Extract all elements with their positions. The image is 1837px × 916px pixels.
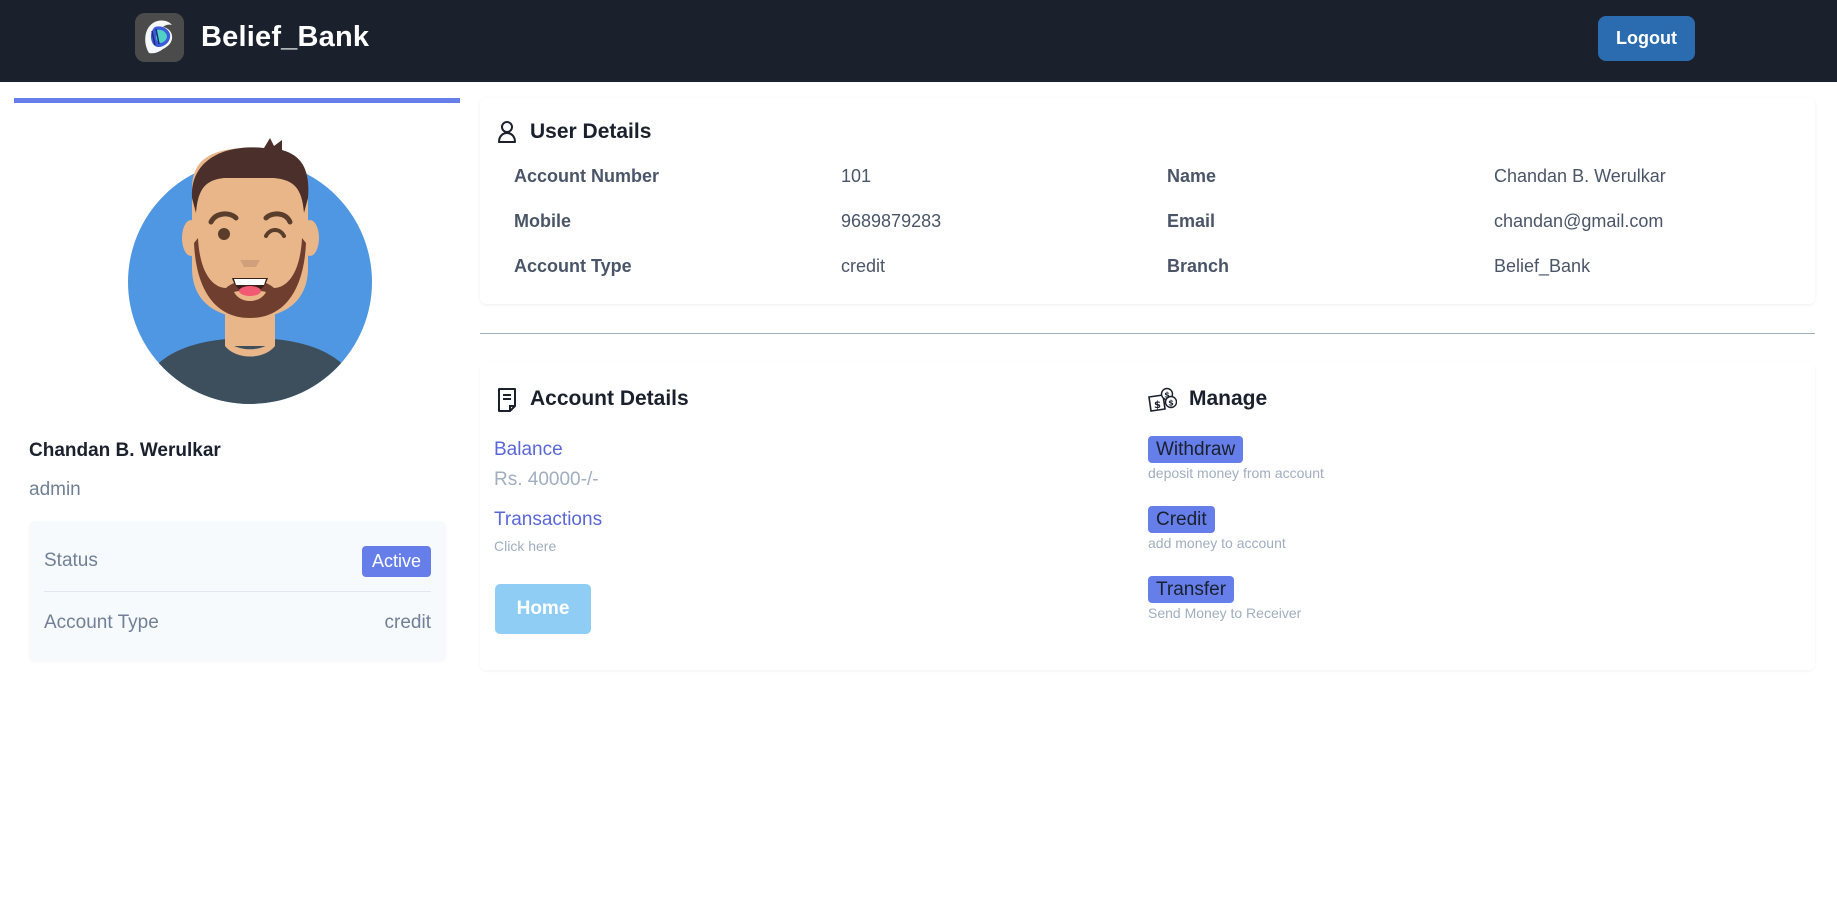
field-label: Email [1167, 211, 1216, 231]
status-row: Status Active [44, 544, 431, 578]
balance-link[interactable]: Balance [494, 439, 563, 461]
status-box: Status Active Account Type credit [29, 521, 446, 661]
field-label: Name [1167, 166, 1217, 186]
profile-role: admin [29, 479, 81, 500]
avatar [114, 138, 374, 404]
svg-text:$: $ [1168, 399, 1174, 408]
home-button[interactable]: Home [495, 584, 591, 634]
field-label: Mobile [514, 211, 571, 231]
user-details-heading: User Details [496, 120, 651, 144]
manage-heading: $ $ $ Manage [1147, 387, 1268, 412]
lion-logo-icon [135, 13, 184, 62]
receipt-icon [496, 387, 518, 412]
transactions-click-here[interactable]: Click here [494, 538, 556, 554]
account-card: Account Details Balance Rs. 40000-/- Tra… [480, 363, 1815, 670]
field-value: 9689879283 [841, 211, 942, 231]
profile-card: Chandan B. Werulkar admin Status Active … [14, 98, 460, 678]
user-details-grid: Account Number 101 Name Chandan B. Werul… [514, 158, 1804, 293]
transfer-description: Send Money to Receiver [1148, 605, 1302, 621]
money-icon: $ $ $ [1147, 387, 1177, 412]
svg-text:$: $ [1154, 400, 1161, 411]
status-label: Status [44, 550, 98, 571]
user-details-row: Mobile 9689879283 Email chandan@gmail.co… [514, 203, 1804, 248]
manage-item-credit: Credit add money to account [1148, 506, 1286, 551]
field-value: chandan@gmail.com [1494, 211, 1664, 231]
withdraw-button[interactable]: Withdraw [1148, 436, 1244, 463]
brand[interactable]: Belief_Bank [135, 13, 369, 62]
user-details-title: User Details [530, 120, 652, 143]
account-type-row: Account Type credit [44, 606, 431, 640]
logout-button[interactable]: Logout [1598, 16, 1695, 61]
divider [44, 591, 431, 592]
account-details-heading: Account Details [496, 387, 689, 412]
section-divider [480, 333, 1815, 334]
brand-name: Belief_Bank [201, 21, 370, 53]
withdraw-description: deposit money from account [1148, 465, 1324, 481]
credit-button[interactable]: Credit [1148, 506, 1215, 533]
profile-name: Chandan B. Werulkar [29, 440, 221, 461]
user-icon [496, 120, 518, 144]
top-navbar: Belief_Bank Logout [0, 0, 1837, 82]
account-type-label: Account Type [44, 612, 159, 633]
transfer-button[interactable]: Transfer [1148, 576, 1235, 603]
user-details-row: Account Number 101 Name Chandan B. Werul… [514, 158, 1804, 203]
account-details-title: Account Details [530, 387, 689, 410]
credit-description: add money to account [1148, 535, 1286, 551]
field-value: credit [841, 256, 886, 276]
field-label: Account Number [514, 166, 660, 186]
account-type-value: credit [384, 612, 431, 633]
manage-item-transfer: Transfer Send Money to Receiver [1148, 576, 1301, 621]
field-value: Belief_Bank [1494, 256, 1591, 276]
manage-title: Manage [1189, 387, 1268, 410]
field-value: 101 [841, 166, 872, 186]
field-label: Account Type [514, 256, 632, 276]
user-details-card: User Details Account Number 101 Name Cha… [480, 98, 1815, 304]
manage-item-withdraw: Withdraw deposit money from account [1148, 436, 1324, 481]
status-badge: Active [361, 545, 431, 577]
field-value: Chandan B. Werulkar [1494, 166, 1666, 186]
transactions-link[interactable]: Transactions [494, 509, 602, 531]
user-details-row: Account Type credit Branch Belief_Bank [514, 248, 1804, 293]
balance-value: Rs. 40000-/- [494, 469, 599, 490]
field-label: Branch [1167, 256, 1230, 276]
profile-accent-bar [14, 98, 460, 103]
